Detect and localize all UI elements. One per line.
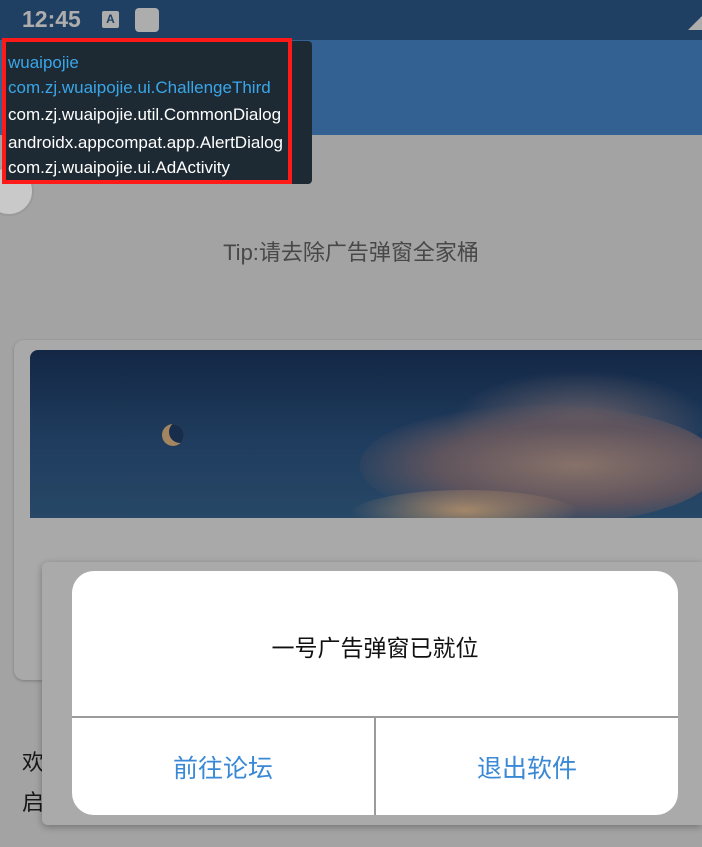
go-to-forum-button[interactable]: 前往论坛	[72, 718, 374, 815]
dialog-message: 一号广告弹窗已就位	[271, 635, 479, 661]
red-highlight-box	[2, 38, 292, 184]
exit-app-button[interactable]: 退出软件	[376, 718, 678, 815]
ad-dialog: 一号广告弹窗已就位 前往论坛 退出软件	[72, 571, 678, 815]
